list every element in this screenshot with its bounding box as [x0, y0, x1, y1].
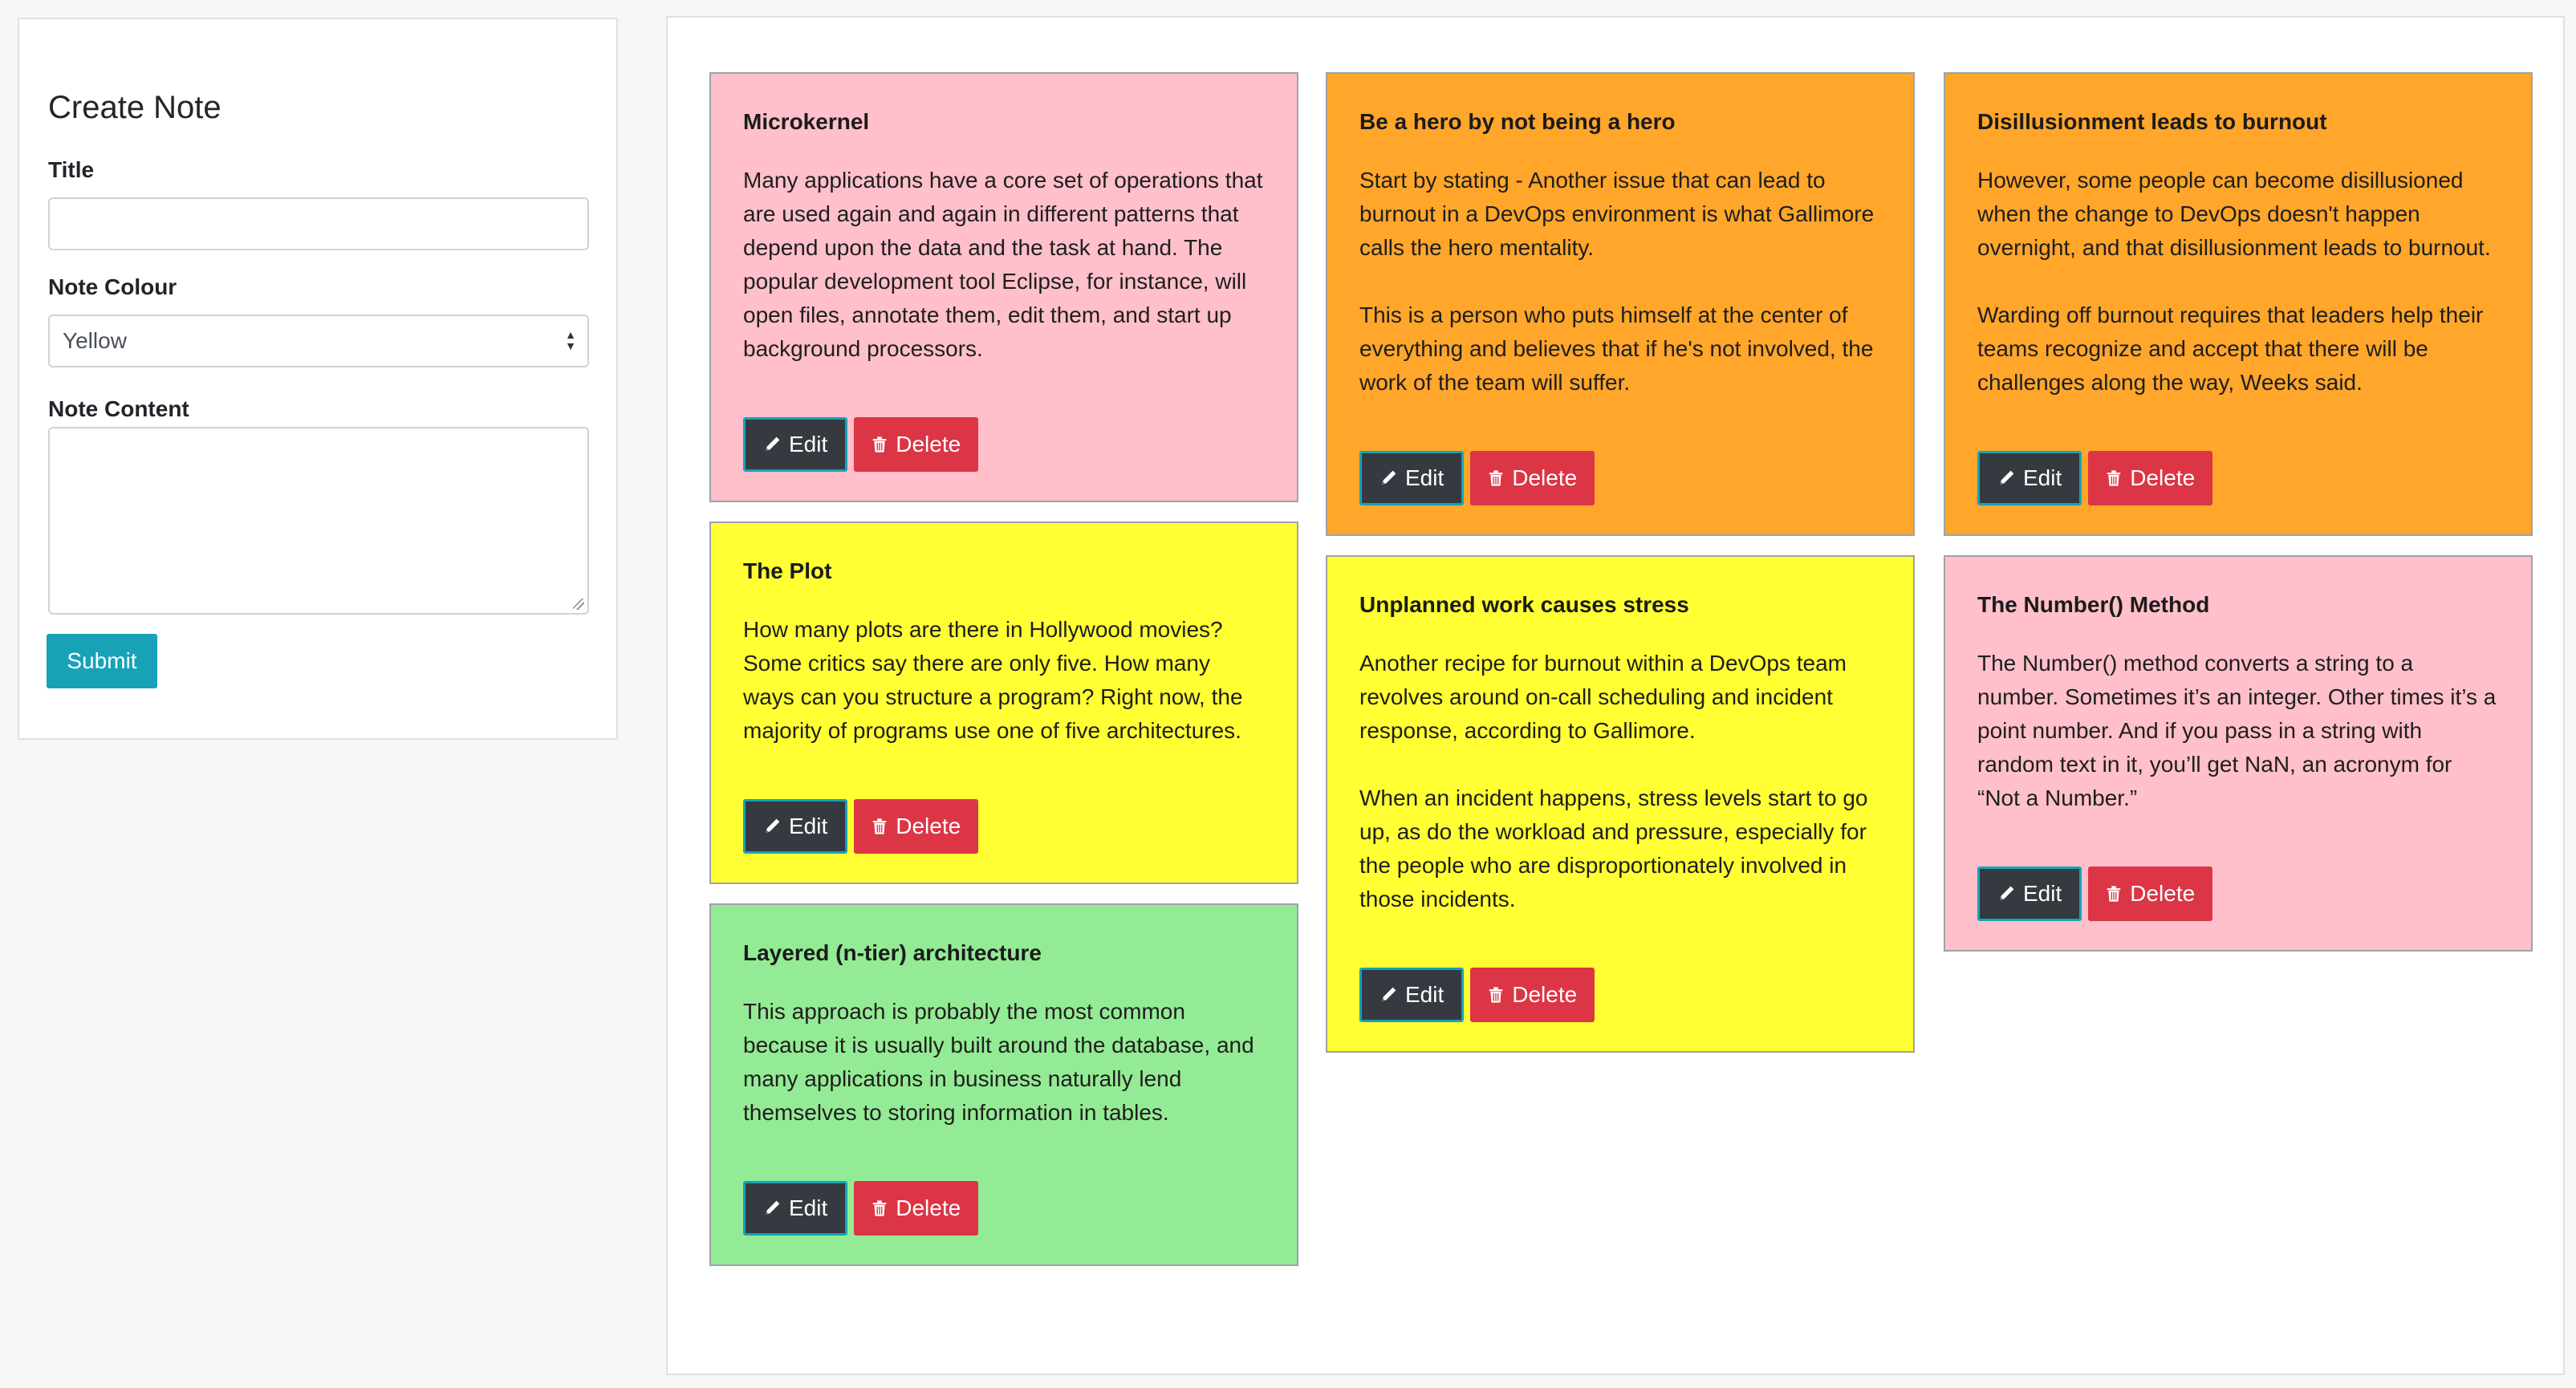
note-content: Start by stating - Another issue that ca…	[1359, 168, 1875, 395]
note-actions: Edit Delete	[1977, 451, 2499, 505]
note-content-textarea[interactable]	[48, 427, 589, 615]
note-card: Be a hero by not being a hero Start by s…	[1326, 72, 1915, 536]
note-actions: Edit Delete	[1977, 866, 2499, 921]
pencil-icon	[766, 436, 780, 451]
edit-label: Edit	[2023, 465, 2062, 490]
delete-label: Delete	[1512, 982, 1578, 1007]
delete-button[interactable]: Delete	[2088, 866, 2213, 921]
note-colour-select[interactable]: Yellow ▲ ▼	[48, 315, 589, 367]
trash-icon	[873, 1200, 887, 1216]
notes-column-3: Disillusionment leads to burnout However…	[1944, 72, 2533, 971]
note-actions: Edit Delete	[743, 799, 1265, 854]
delete-label: Delete	[896, 1195, 961, 1220]
pencil-icon	[766, 818, 780, 833]
pencil-icon	[2000, 470, 2014, 485]
title-input[interactable]	[48, 197, 589, 250]
note-title: Be a hero by not being a hero	[1359, 109, 1676, 134]
delete-label: Delete	[896, 814, 961, 838]
note-colour-label: Note Colour	[48, 274, 177, 299]
edit-button[interactable]: Edit	[1977, 451, 2082, 505]
resize-grip-icon[interactable]	[573, 599, 584, 610]
delete-button[interactable]: Delete	[854, 417, 979, 472]
select-arrows-icon: ▲ ▼	[565, 328, 576, 352]
delete-label: Delete	[896, 432, 961, 457]
edit-label: Edit	[789, 432, 828, 457]
note-card: Layered (n-tier) architecture This appro…	[709, 903, 1298, 1266]
trash-icon	[2107, 470, 2121, 486]
trash-icon	[1489, 987, 1503, 1003]
delete-button[interactable]: Delete	[1470, 968, 1595, 1022]
notes-column-2: Be a hero by not being a hero Start by s…	[1326, 72, 1915, 1072]
note-title: Unplanned work causes stress	[1359, 592, 1689, 617]
note-title: Microkernel	[743, 109, 870, 134]
edit-button[interactable]: Edit	[743, 799, 848, 854]
trash-icon	[873, 818, 887, 834]
edit-label: Edit	[789, 814, 828, 838]
edit-label: Edit	[1405, 982, 1444, 1007]
note-content: Another recipe for burnout within a DevO…	[1359, 651, 1868, 911]
trash-icon	[2107, 886, 2121, 902]
create-note-panel: Create Note Title Note Colour Yellow ▲ ▼ …	[18, 18, 618, 740]
notes-board: Microkernel Many applications have a cor…	[666, 16, 2565, 1375]
note-actions: Edit Delete	[1359, 451, 1881, 505]
submit-button[interactable]: Submit	[47, 634, 157, 688]
delete-button[interactable]: Delete	[2088, 451, 2213, 505]
note-content: The Number() method converts a string to…	[1977, 651, 2497, 810]
pencil-icon	[1382, 470, 1396, 485]
note-colour-selected-value: Yellow	[63, 328, 127, 353]
trash-icon	[873, 436, 887, 453]
delete-label: Delete	[2130, 881, 2196, 906]
note-card: Disillusionment leads to burnout However…	[1944, 72, 2533, 536]
note-title: The Plot	[743, 558, 832, 583]
note-title: Layered (n-tier) architecture	[743, 940, 1042, 965]
note-content-label: Note Content	[48, 396, 189, 421]
create-note-heading: Create Note	[48, 90, 221, 125]
note-actions: Edit Delete	[743, 1181, 1265, 1236]
edit-button[interactable]: Edit	[1977, 866, 2082, 921]
delete-button[interactable]: Delete	[1470, 451, 1595, 505]
delete-button[interactable]: Delete	[854, 1181, 979, 1236]
edit-label: Edit	[2023, 881, 2062, 906]
edit-button[interactable]: Edit	[743, 417, 848, 472]
delete-label: Delete	[1512, 465, 1578, 490]
edit-label: Edit	[1405, 465, 1444, 490]
note-content: How many plots are there in Hollywood mo…	[743, 617, 1243, 743]
trash-icon	[1489, 470, 1503, 486]
note-card: Microkernel Many applications have a cor…	[709, 72, 1298, 502]
note-actions: Edit Delete	[1359, 968, 1881, 1022]
note-card: The Plot How many plots are there in Hol…	[709, 522, 1298, 884]
note-title: Disillusionment leads to burnout	[1977, 109, 2327, 134]
edit-button[interactable]: Edit	[1359, 968, 1465, 1022]
note-card: The Number() Method The Number() method …	[1944, 555, 2533, 952]
note-content: However, some people can become disillus…	[1977, 168, 2491, 395]
edit-button[interactable]: Edit	[1359, 451, 1465, 505]
edit-button[interactable]: Edit	[743, 1181, 848, 1236]
title-label: Title	[48, 157, 95, 182]
pencil-icon	[2000, 886, 2014, 900]
note-title: The Number() Method	[1977, 592, 2210, 617]
note-card: Unplanned work causes stress Another rec…	[1326, 555, 1915, 1053]
pencil-icon	[766, 1200, 780, 1215]
notes-column-1: Microkernel Many applications have a cor…	[709, 72, 1298, 1285]
edit-label: Edit	[789, 1195, 828, 1220]
note-actions: Edit Delete	[743, 417, 1265, 472]
note-content: This approach is probably the most commo…	[743, 999, 1254, 1125]
pencil-icon	[1382, 987, 1396, 1001]
delete-button[interactable]: Delete	[854, 799, 979, 854]
note-content: Many applications have a core set of ope…	[743, 168, 1263, 361]
delete-label: Delete	[2130, 465, 2196, 490]
